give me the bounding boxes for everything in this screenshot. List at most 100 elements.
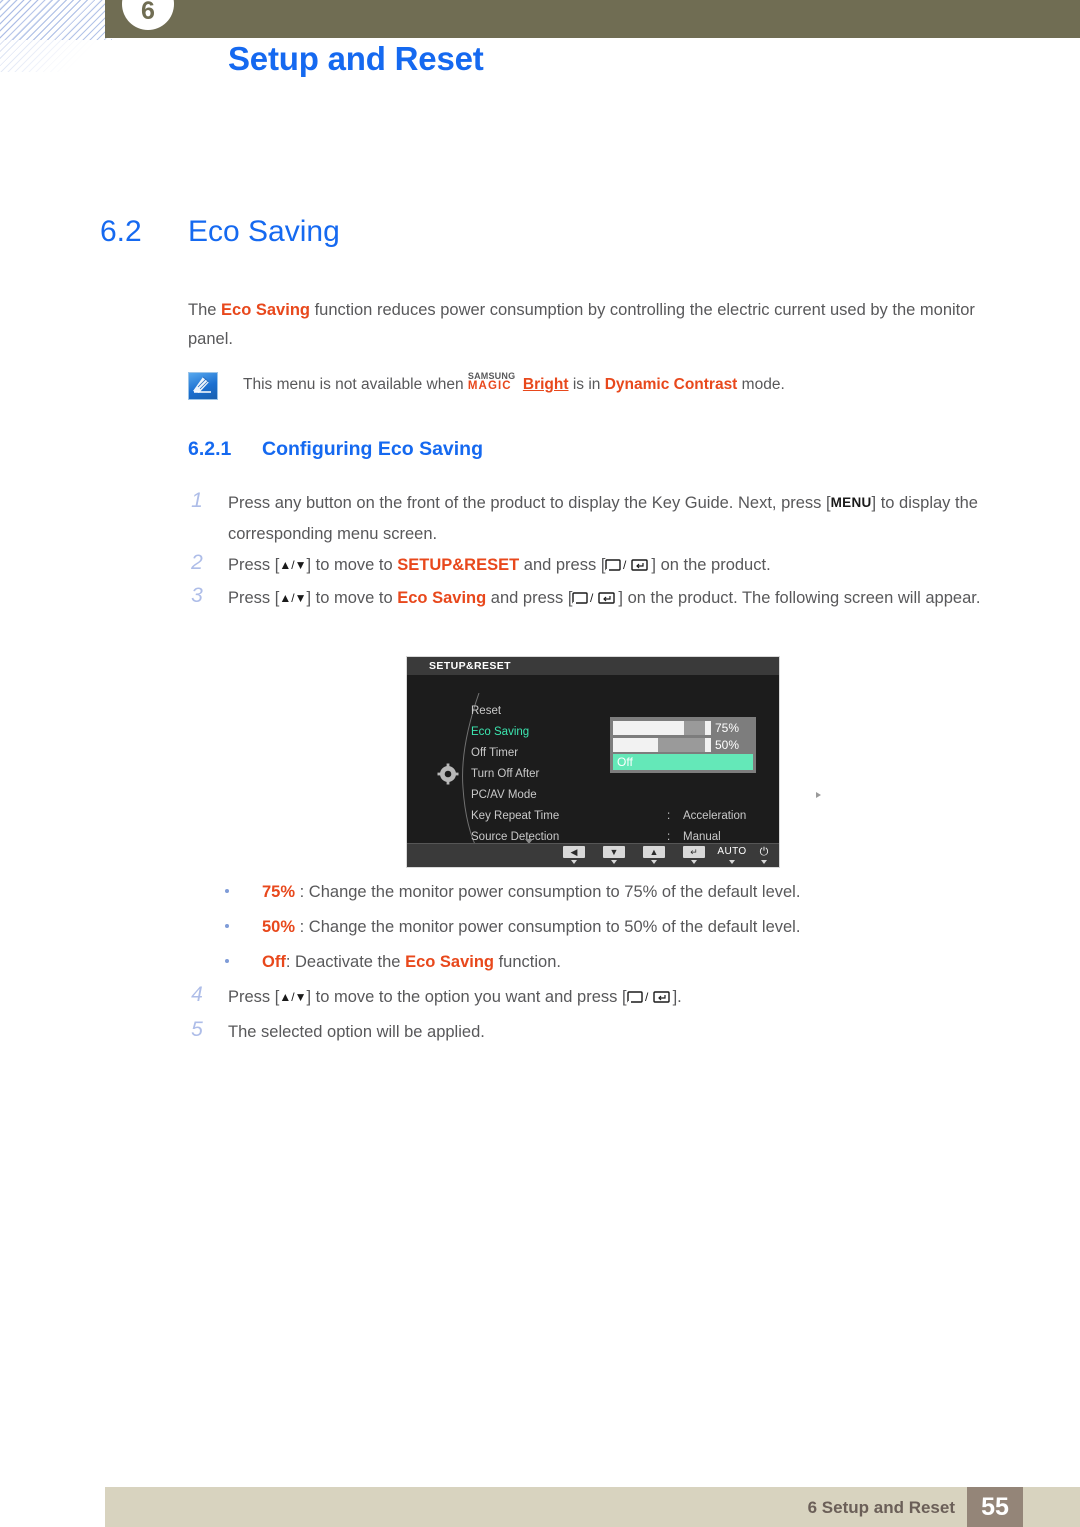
- eco-option-off[interactable]: Off: [613, 754, 753, 770]
- osd-row-label: PC/AV Mode: [471, 789, 537, 801]
- eco-option-50-label: 50%: [715, 738, 740, 752]
- back-enter-keys-icon: /: [626, 984, 673, 1015]
- bullet-off: Off: Deactivate the Eco Saving function.: [225, 950, 962, 974]
- step-1-text-a: Press any button on the front of the pro…: [228, 494, 831, 512]
- caret-down-icon: [651, 860, 657, 864]
- bullet-off-term: Off: [262, 953, 286, 971]
- step-3-number: 3: [191, 584, 203, 607]
- footer-chapter-label: 6 Setup and Reset: [807, 1498, 955, 1517]
- up-down-arrow-keys-icon: ▲/▼: [279, 558, 307, 572]
- osd-row[interactable]: Key Repeat Time: Acceleration: [471, 806, 771, 827]
- enter-button[interactable]: ↵: [683, 846, 705, 864]
- auto-label: AUTO: [717, 846, 747, 857]
- note-text: This menu is not available when SAMSUNG M…: [243, 370, 785, 398]
- step-4-number: 4: [191, 983, 203, 1006]
- bullet-50-text: Change the monitor power consumption to …: [308, 918, 801, 936]
- step-5-number: 5: [191, 1018, 203, 1041]
- step-3-text-c: and press [: [486, 589, 573, 607]
- step-3-text-b: ] to move to: [306, 589, 398, 607]
- power-button[interactable]: ⏻: [753, 846, 775, 864]
- subsection-number: 6.2.1: [188, 438, 232, 460]
- note-text-before: This menu is not available when: [243, 376, 468, 393]
- up-arrow-button[interactable]: ▲: [643, 846, 665, 864]
- page-title: Setup and Reset: [228, 40, 484, 77]
- step-4-text-a: Press [: [228, 988, 280, 1006]
- caret-down-icon: [571, 860, 577, 864]
- chevron-right-icon: [816, 792, 821, 798]
- step-2-text-a: Press [: [228, 556, 280, 574]
- step-1: 1 Press any button on the front of the pr…: [191, 488, 1003, 549]
- osd-title: SETUP&RESET: [407, 657, 779, 675]
- step-4: 4 Press [▲/▼] to move to the option you w…: [191, 982, 1003, 1015]
- bullet-off-text-b: function.: [494, 953, 561, 971]
- note-text-middle: is in: [568, 376, 605, 393]
- osd-body: Reset Eco Saving: Off Timer: Turn Off Af…: [407, 675, 821, 853]
- eco-option-75[interactable]: 75%: [613, 720, 753, 736]
- eco-option-50[interactable]: 50%: [613, 737, 753, 753]
- slider-fill: [658, 738, 706, 752]
- note-pencil-icon: [188, 372, 218, 400]
- step-2-text-d: ] on the product.: [651, 556, 771, 574]
- step-5: 5 The selected option will be applied.: [191, 1017, 1003, 1048]
- page-number: 55: [967, 1487, 1023, 1527]
- step-4-text-d: ].: [672, 988, 682, 1006]
- section-number: 6.2: [100, 215, 142, 248]
- step-3-text-d: ] on the product. The following screen w…: [618, 589, 981, 607]
- bullet-75-term: 75%: [262, 883, 296, 901]
- caret-down-icon: [729, 860, 735, 864]
- back-enter-keys-icon: /: [572, 585, 618, 616]
- bullet-75-text: Change the monitor power consumption to …: [308, 883, 801, 901]
- note-mode-highlight: Dynamic Contrast: [604, 376, 738, 393]
- step-4-text-b: ] to move to the option you want and pre…: [306, 988, 627, 1006]
- bullet-off-text-a: Deactivate the: [295, 953, 406, 971]
- step-2-text-b: ] to move to: [306, 556, 398, 574]
- bullet-off-highlight: Eco Saving: [405, 953, 495, 971]
- subsection-heading: 6.2.1 Configuring Eco Saving: [188, 438, 483, 461]
- intro-paragraph: The Eco Saving function reduces power co…: [188, 296, 978, 354]
- osd-row-colon: :: [667, 810, 671, 822]
- eco-option-75-label: 75%: [715, 721, 740, 735]
- up-arrow-icon: ▲: [643, 846, 665, 858]
- osd-row-label: Key Repeat Time: [471, 810, 560, 822]
- up-down-arrow-keys-icon: ▲/▼: [279, 990, 307, 1004]
- eco-option-off-label: Off: [617, 755, 633, 769]
- osd-row-value: Acceleration: [683, 810, 747, 822]
- document-page: 6 Setup and Reset 6.2 Eco Saving The Eco…: [0, 0, 1080, 1527]
- osd-row[interactable]: PC/AV Mode: [471, 785, 821, 806]
- gear-icon: [437, 763, 459, 785]
- step-1-number: 1: [191, 489, 203, 512]
- magicbright-bright-label: Bright: [522, 376, 569, 393]
- osd-button-bar: ◀ ▼ ▲ ↵ AUTO ⏻: [407, 843, 779, 867]
- svg-text:/: /: [623, 558, 627, 572]
- intro-text-before: The: [188, 301, 222, 319]
- power-icon: ⏻: [759, 846, 769, 858]
- down-arrow-icon: ▼: [603, 846, 625, 858]
- bullet-dot: [225, 924, 229, 928]
- step-3-target: Eco Saving: [397, 589, 487, 607]
- step-2-target: SETUP&RESET: [397, 556, 520, 574]
- bullet-50-term: 50%: [262, 918, 296, 936]
- step-2-number: 2: [191, 551, 203, 574]
- magicbright-logo: SAMSUNG MAGIC: [468, 371, 523, 392]
- back-enter-keys-icon: /: [605, 552, 651, 583]
- enter-arrow-icon: ↵: [683, 846, 705, 858]
- down-arrow-button[interactable]: ▼: [603, 846, 625, 864]
- bullet-75-sep: :: [295, 883, 309, 901]
- caret-down-icon: [761, 860, 767, 864]
- step-3: 3 Press [▲/▼] to move to Eco Saving and p…: [191, 583, 1003, 616]
- osd-row-label: Turn Off After: [471, 768, 540, 780]
- step-2: 2 Press [▲/▼] to move to SETUP&RESET and …: [191, 550, 1003, 583]
- caret-down-icon: [691, 860, 697, 864]
- slider-fill: [683, 721, 706, 735]
- step-2-text-c: and press [: [519, 556, 606, 574]
- bullet-50: 50% : Change the monitor power consumpti…: [225, 915, 962, 939]
- left-arrow-button[interactable]: ◀: [563, 846, 585, 864]
- bullet-dot: [225, 889, 229, 893]
- section-title: Eco Saving: [188, 215, 340, 248]
- up-down-arrow-keys-icon: ▲/▼: [279, 591, 307, 605]
- auto-button[interactable]: AUTO: [715, 846, 749, 864]
- osd-row-label: Off Timer: [471, 747, 519, 759]
- eco-saving-options-popup: 75% 50% Off: [610, 717, 756, 773]
- svg-text:/: /: [590, 591, 594, 605]
- magicbright-magic-label: MAGIC: [467, 380, 512, 392]
